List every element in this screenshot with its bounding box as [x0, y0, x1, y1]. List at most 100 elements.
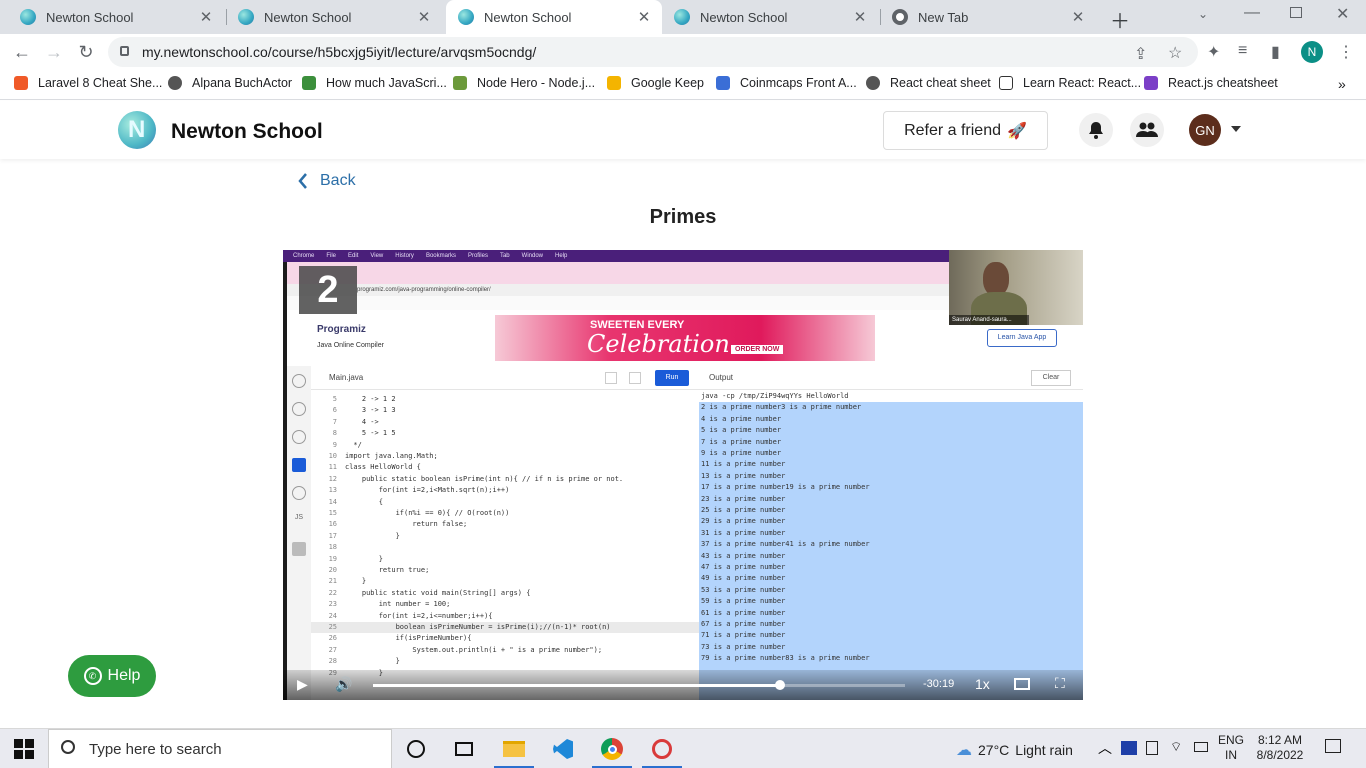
clear-button: Clear — [1031, 370, 1071, 386]
taskbar-search[interactable]: Type here to search — [48, 729, 392, 768]
tray-app-icon[interactable] — [1121, 741, 1137, 755]
code-line: 11 class HelloWorld { — [311, 462, 699, 473]
play-icon[interactable]: ▶ — [297, 676, 308, 693]
bookmark-item[interactable]: Coinmcaps Front A... — [716, 76, 857, 90]
bookmark-item[interactable]: Alpana BuchActor — [168, 76, 292, 90]
output-line: 9 is a prime number — [701, 449, 782, 457]
share-icon[interactable]: ⇪ — [1134, 44, 1147, 64]
bookmark-item[interactable]: How much JavaScri... — [302, 76, 447, 90]
minimize-icon[interactable]: — — [1244, 4, 1260, 22]
brand-name[interactable]: Newton School — [171, 120, 323, 144]
line-number: 19 — [328, 554, 337, 563]
ide-sidebar: JS — [287, 366, 311, 700]
browser-tab[interactable]: Newton School ✕ — [218, 0, 442, 34]
bookmark-item[interactable]: Node Hero - Node.j... — [453, 76, 595, 90]
notification-center-icon[interactable] — [1325, 739, 1341, 753]
star-icon[interactable]: ☆ — [1168, 43, 1182, 63]
extensions-icon[interactable]: ✦ — [1207, 42, 1220, 62]
tab-search-icon[interactable]: ⌄ — [1198, 7, 1208, 21]
close-icon[interactable]: ✕ — [848, 8, 872, 26]
browser-tab-bar: Newton School ✕ Newton School ✕ Newton S… — [0, 0, 1366, 34]
chrome-taskbar-icon[interactable] — [592, 737, 632, 768]
task-view-icon[interactable] — [452, 737, 476, 761]
mac-menu-item: Help — [555, 253, 568, 259]
side-panel-icon[interactable]: ▮ — [1271, 42, 1280, 62]
menu-dots-icon[interactable]: ⋮ — [1338, 42, 1354, 62]
line-number: 6 — [332, 406, 337, 415]
back-arrow-icon[interactable]: ← — [10, 40, 34, 64]
wifi-icon[interactable]: ⌔ — [1170, 739, 1182, 755]
notification-bell-icon[interactable] — [1079, 113, 1113, 147]
lecture-video-player[interactable]: Chrome File Edit View History Bookmarks … — [283, 250, 1083, 700]
user-avatar[interactable]: GN — [1189, 114, 1221, 146]
programiz-logo: Programiz — [317, 324, 366, 335]
tab-title: Newton School — [264, 9, 352, 25]
bookmark-item[interactable]: Learn React: React... — [999, 76, 1141, 90]
restore-icon[interactable] — [1290, 7, 1302, 18]
code-text: { — [345, 497, 383, 506]
phone-icon[interactable] — [1146, 741, 1158, 755]
output-line: 73 is a prime number — [701, 642, 786, 651]
cortana-icon[interactable] — [404, 737, 428, 761]
forward-arrow-icon[interactable]: → — [42, 40, 66, 64]
snip-tool-icon[interactable] — [642, 737, 682, 768]
chevron-up-icon[interactable]: ︿ — [1098, 738, 1112, 758]
picture-in-picture-icon[interactable] — [1014, 678, 1030, 690]
line-number: 8 — [332, 429, 337, 438]
video-controls: ▶ 🔊 -30:19 1x ⛶ — [283, 670, 1083, 700]
weather-widget[interactable]: ☁ 27°C Light rain — [956, 740, 1073, 760]
fullscreen-icon[interactable]: ⛶ — [1055, 675, 1065, 692]
code-editor: 5 2 -> 1 26 3 -> 1 37 4 -> 8 5 -> 1 59 */… — [311, 390, 699, 700]
browser-tab-active[interactable]: Newton School ✕ — [446, 0, 662, 34]
code-text: } — [345, 531, 400, 540]
file-explorer-icon[interactable] — [494, 737, 534, 768]
code-line: 10 import java.lang.Math; — [311, 451, 699, 462]
close-window-icon[interactable]: ✕ — [1336, 4, 1349, 24]
code-line: 5 2 -> 1 2 — [311, 394, 699, 405]
system-clock[interactable]: 8:12 AM 8/8/2022 — [1252, 733, 1308, 763]
community-icon[interactable] — [1130, 113, 1164, 147]
browser-tab[interactable]: New Tab ✕ — [872, 0, 1096, 34]
file-tab: Main.java — [329, 373, 364, 382]
back-link[interactable]: Back — [298, 172, 356, 190]
slide-number-badge: 2 — [299, 266, 357, 314]
browser-tab[interactable]: Newton School ✕ — [0, 0, 224, 34]
lang-region: IN — [1225, 748, 1237, 762]
reload-icon[interactable]: ↻ — [74, 40, 98, 64]
refer-friend-button[interactable]: Refer a friend 🚀 — [883, 111, 1048, 150]
close-icon[interactable]: ✕ — [1066, 8, 1090, 26]
new-tab-icon[interactable]: ＋ — [1110, 5, 1130, 34]
seek-progress — [373, 684, 780, 687]
seek-handle[interactable] — [774, 680, 785, 690]
bookmark-item[interactable]: Google Keep — [607, 76, 704, 90]
help-button[interactable]: ✆ Help — [68, 655, 156, 697]
lock-icon — [120, 46, 129, 56]
close-icon[interactable]: ✕ — [632, 8, 656, 26]
url-bar[interactable]: my.newtonschool.co/course/h5bcxjg5iyit/l… — [108, 37, 1198, 67]
bookmark-item[interactable]: Laravel 8 Cheat She... — [14, 76, 162, 90]
close-icon[interactable]: ✕ — [412, 8, 436, 26]
output-line: 71 is a prime number — [701, 631, 786, 640]
time-remaining: -30:19 — [923, 678, 955, 690]
vscode-icon[interactable] — [551, 737, 575, 761]
editor-header: Main.java Run — [311, 366, 699, 390]
browser-tab[interactable]: Newton School ✕ — [654, 0, 878, 34]
bookmark-item[interactable]: React.js cheatsheet — [1144, 76, 1278, 90]
windows-start-icon[interactable] — [14, 739, 34, 759]
language-indicator[interactable]: ENG IN — [1218, 733, 1244, 763]
battery-icon[interactable] — [1194, 742, 1208, 752]
chevron-down-icon[interactable] — [1231, 126, 1241, 132]
js-icon: JS — [294, 514, 304, 521]
seek-bar[interactable] — [373, 680, 905, 690]
bookmark-item[interactable]: React cheat sheet — [866, 76, 991, 90]
close-icon[interactable]: ✕ — [194, 8, 218, 26]
newton-logo-icon[interactable] — [118, 111, 156, 149]
volume-icon[interactable]: 🔊 — [335, 676, 352, 693]
more-bookmarks-icon[interactable]: » — [1338, 76, 1346, 92]
profile-avatar[interactable]: N — [1301, 41, 1323, 63]
media-icon[interactable]: ≡ — [1238, 42, 1247, 60]
programiz-subtitle: Java Online Compiler — [317, 342, 384, 349]
playback-speed-button[interactable]: 1x — [975, 676, 990, 692]
search-placeholder: Type here to search — [89, 740, 222, 758]
newton-favicon-icon — [458, 9, 474, 25]
